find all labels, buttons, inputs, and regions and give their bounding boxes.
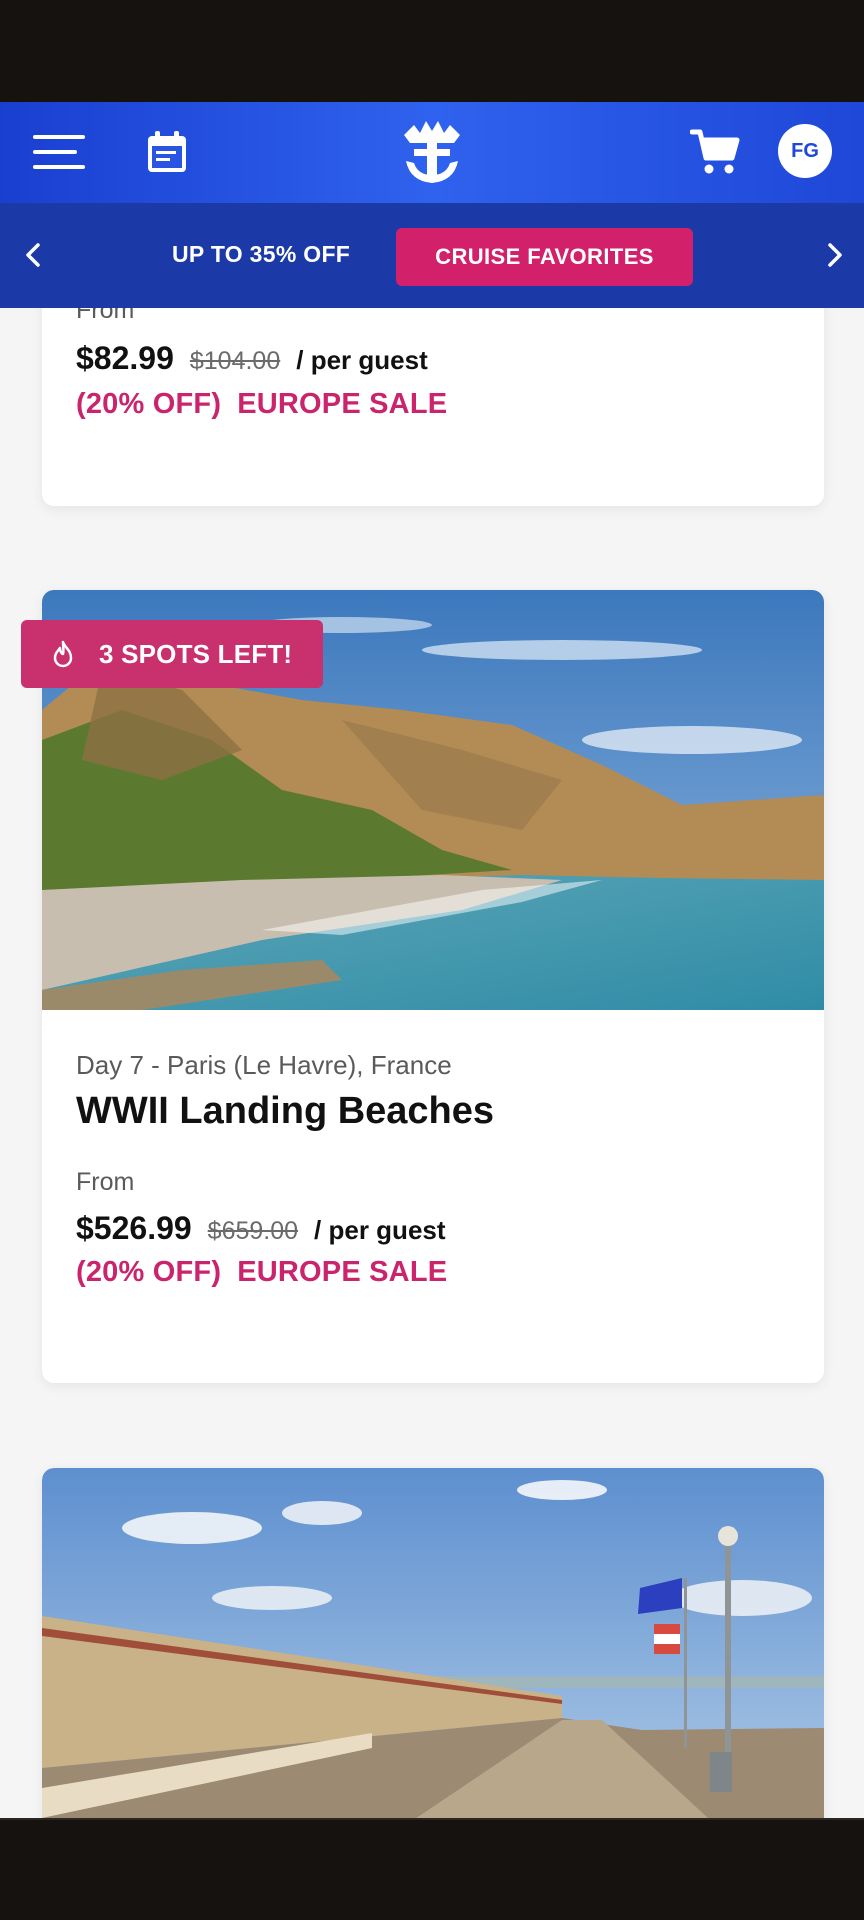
sale-row: (20% OFF) EUROPE SALE	[76, 1256, 447, 1289]
price-row: $82.99 $104.00 / per guest	[76, 340, 428, 377]
app-header: FG	[0, 102, 864, 203]
original-price: $659.00	[207, 1217, 299, 1245]
sale-row: (20% OFF) EUROPE SALE	[76, 388, 447, 421]
status-bar	[0, 0, 864, 102]
from-label: From	[76, 1168, 135, 1196]
discount-label: (20% OFF)	[76, 388, 222, 420]
hamburger-icon[interactable]	[33, 132, 85, 172]
sale-name: EUROPE SALE	[237, 388, 448, 420]
sale-price: $526.99	[76, 1210, 192, 1246]
calendar-icon[interactable]	[146, 130, 188, 174]
chevron-left-icon[interactable]	[16, 237, 52, 273]
per-guest-label: / per guest	[314, 1215, 446, 1245]
promo-text: UP TO 35% OFF	[172, 241, 351, 267]
cruise-favorites-button[interactable]: CRUISE FAVORITES	[396, 228, 693, 286]
excursion-card[interactable]: From $82.99 $104.00 / per guest (20% OFF…	[42, 308, 824, 506]
excursion-list: From $82.99 $104.00 / per guest (20% OFF…	[0, 308, 864, 1818]
discount-label: (20% OFF)	[76, 1256, 222, 1288]
excursion-card[interactable]	[42, 1468, 824, 1818]
chevron-right-icon[interactable]	[816, 237, 852, 273]
flame-icon	[53, 640, 73, 668]
crown-anchor-logo[interactable]	[400, 117, 464, 187]
cart-icon[interactable]	[689, 128, 740, 176]
excursion-image[interactable]	[42, 1468, 824, 1818]
promo-banner: UP TO 35% OFF CRUISE FAVORITES	[0, 203, 864, 308]
sale-name: EUROPE SALE	[237, 1256, 448, 1288]
price-row: $526.99 $659.00 / per guest	[76, 1210, 446, 1247]
original-price: $104.00	[189, 347, 281, 375]
spots-left-badge: 3 SPOTS LEFT!	[21, 620, 323, 688]
per-guest-label: / per guest	[296, 345, 428, 375]
sale-price: $82.99	[76, 340, 174, 376]
user-avatar[interactable]: FG	[778, 124, 832, 178]
excursion-card[interactable]: 3 SPOTS LEFT! Day 7 - Paris (Le Havre), …	[21, 590, 824, 1383]
day-location: Day 7 - Paris (Le Havre), France	[76, 1050, 452, 1080]
excursion-title[interactable]: WWII Landing Beaches	[76, 1090, 494, 1133]
from-label: From	[76, 308, 135, 324]
badge-text: 3 SPOTS LEFT!	[99, 638, 293, 669]
bottom-system-bar	[0, 1818, 864, 1920]
